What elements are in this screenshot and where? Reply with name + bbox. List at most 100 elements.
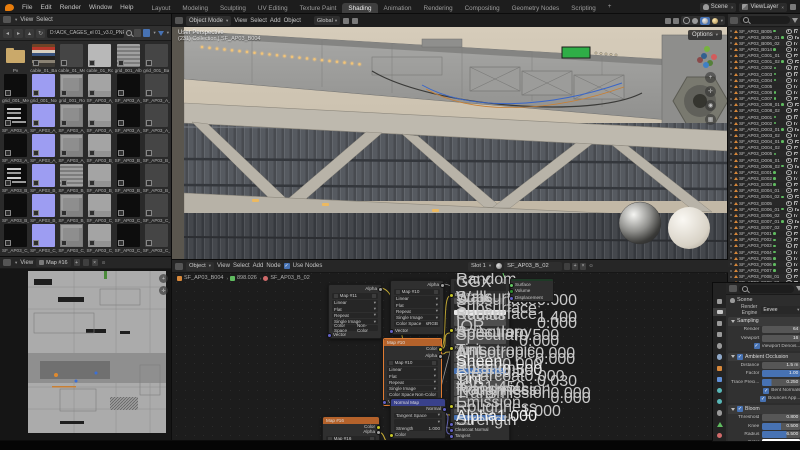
properties-search-input[interactable] [739,285,794,293]
bloom-panel-header[interactable]: ✓ Bloom [728,405,800,414]
node-image-texture-selected[interactable]: Map #10 Color Alpha Map #10 Linear▾Flat▾… [383,338,442,406]
node-add-menu[interactable]: Add [253,263,264,269]
browse-image-icon[interactable] [372,294,376,299]
file-thumbnail[interactable]: SF_AP03_A_0 [2,134,29,163]
outliner-item[interactable]: SF_AP03_D003_02 [728,132,800,138]
hide-render-toggle[interactable] [794,201,799,204]
browse-image-icon[interactable] [432,361,436,366]
checkbox-icon[interactable]: ✓ [760,396,766,402]
hide-viewport-toggle[interactable] [787,194,794,199]
axis-y-dot[interactable] [704,46,710,52]
alpha-output-socket[interactable] [438,354,443,359]
outliner-item[interactable]: SF_AP03_F005 [728,255,800,261]
options-button[interactable]: Options▾ [688,30,722,40]
displacement-input-socket[interactable] [509,296,514,301]
properties-tab-render[interactable] [713,308,726,316]
view-menu[interactable]: View [234,18,247,24]
node-menu[interactable]: Node [266,263,280,269]
path-field[interactable]: D:\ACK_CAGES_el 01_v3.0_PNR [47,29,124,38]
outliner-item[interactable]: SF_AP03_F001 [728,231,800,237]
outliner-item[interactable]: SF_AP03_C001_02 [728,59,800,65]
property-value[interactable]: 6.500 [762,431,800,438]
hide-viewport-toggle[interactable] [786,90,793,95]
file-thumbnail[interactable]: SF_AP03_A_0 [30,104,57,133]
editor-type-icon[interactable] [175,263,183,270]
file-thumbnail[interactable]: SF_AP03_A_0 [30,134,57,163]
image-datablock-selector[interactable]: Map #16 [36,258,70,267]
outliner-item[interactable]: SF_AP03_B005 [728,28,800,34]
file-thumbnail[interactable]: SF_AP03_A_0 [86,74,113,103]
menu-edit[interactable]: Edit [36,4,55,11]
hide-render-toggle[interactable] [794,66,799,69]
file-thumbnail[interactable]: SF_AP03_C_0 [2,224,29,253]
file-thumbnail[interactable]: SF_AP03_A_0 [143,104,170,133]
hide-render-toggle[interactable] [794,275,799,278]
file-thumbnail[interactable]: SF_AP03_C_0 [143,194,170,223]
properties-tab-physics[interactable] [713,398,726,406]
bsdf-input-row[interactable]: Roughness [451,345,509,351]
outliner-item[interactable]: SF_AP03_E001 [728,169,800,175]
hide-viewport-toggle[interactable] [786,133,793,138]
shading-material-icon[interactable] [702,18,708,24]
add-workspace-button[interactable]: + [602,1,618,13]
outliner-item[interactable]: SF_AP03_E007_02 [728,225,800,231]
hide-viewport-toggle[interactable] [786,41,793,46]
object-menu[interactable]: Object [284,18,301,24]
outliner-item[interactable]: SF_AP03_C006 [728,89,800,95]
file-thumbnail[interactable]: SF_AP03_B_0 [2,194,29,223]
hide-render-toggle[interactable] [794,109,799,112]
file-thumbnail[interactable]: SF_AP03_A_0 [86,104,113,133]
alpha-output-socket[interactable] [440,283,445,288]
outliner-item[interactable]: SF_AP03_D003_01 [728,126,800,132]
file-thumbnail[interactable]: grid_001_Nor [30,74,57,103]
new-material-button[interactable]: + [572,263,578,270]
outliner-item[interactable]: SF_AP03_F007 [728,267,800,273]
color-space-row[interactable]: Color SpacesRGB [394,321,440,327]
material-name-field[interactable]: SF_AP03_B_02 [504,262,562,271]
node-principled-bsdf[interactable]: GGX▾Random Walk▾Base ColorSubsurface0.00… [450,278,510,441]
editor-type-icon[interactable] [175,17,183,24]
ao-panel-header[interactable]: ✓ Ambient Occlusion [728,353,800,362]
image-selector[interactable]: Map #10 [387,360,438,367]
node-dropdown[interactable]: Repeat▾ [394,309,440,315]
hide-viewport-toggle[interactable] [786,72,793,77]
snap-icon[interactable] [343,18,349,24]
add-menu[interactable]: Add [270,18,281,24]
image-selector[interactable]: Map #10 [394,289,440,296]
node-material-output[interactable]: Surface Volume Displacement [510,278,554,302]
hide-viewport-toggle[interactable] [786,262,793,267]
hide-render-toggle[interactable] [794,152,799,155]
axis-z-neg-dot[interactable] [701,53,707,59]
property-check-row[interactable]: ✓Viewport Denois... [728,342,800,350]
checkbox-icon[interactable]: ✓ [763,388,769,394]
node-image-texture[interactable]: Map #16 Color Alpha Map #16 Linear▾ [322,416,380,441]
mode-selector[interactable]: Object Mode▾ [186,16,231,26]
hide-render-toggle[interactable] [795,195,800,198]
hide-render-toggle[interactable] [794,54,799,57]
image-view-menu[interactable]: View [20,260,33,266]
file-thumbnail[interactable]: SF_AP03_B_0 [30,164,57,193]
filter-icon[interactable] [158,31,164,36]
input-socket[interactable] [449,328,454,333]
hide-render-toggle[interactable] [794,134,799,137]
node-dropdown[interactable]: Repeat▾ [332,313,378,319]
node-normal-map[interactable]: Normal Map Normal Tangent Space▾ ▾ Stren… [390,398,446,439]
overlays-icon[interactable] [665,18,671,24]
editor-type-icon[interactable] [730,17,738,24]
up-button[interactable]: ▴ [25,29,34,38]
hide-viewport-toggle[interactable] [786,182,793,187]
workspace-tab-shading[interactable]: Shading [342,3,377,15]
file-thumbnail[interactable]: SF_AP03_B_0 [115,164,142,193]
hide-viewport-toggle[interactable] [786,188,793,193]
checkbox-icon[interactable]: ✓ [754,343,760,349]
back-button[interactable]: ◂ [3,29,12,38]
hide-render-toggle[interactable] [794,214,799,217]
hide-render-toggle[interactable] [794,158,799,161]
editor-type-icon[interactable] [3,259,11,266]
hide-viewport-toggle[interactable] [786,225,793,230]
properties-tab-particles[interactable] [713,387,726,395]
file-thumbnail[interactable]: SF_AP03_C_0 [115,224,142,253]
properties-tab-constraints[interactable] [713,409,726,417]
node-dropdown[interactable]: Linear▾ [394,296,440,302]
outliner-item[interactable]: SF_AP03_C003 [728,71,800,77]
